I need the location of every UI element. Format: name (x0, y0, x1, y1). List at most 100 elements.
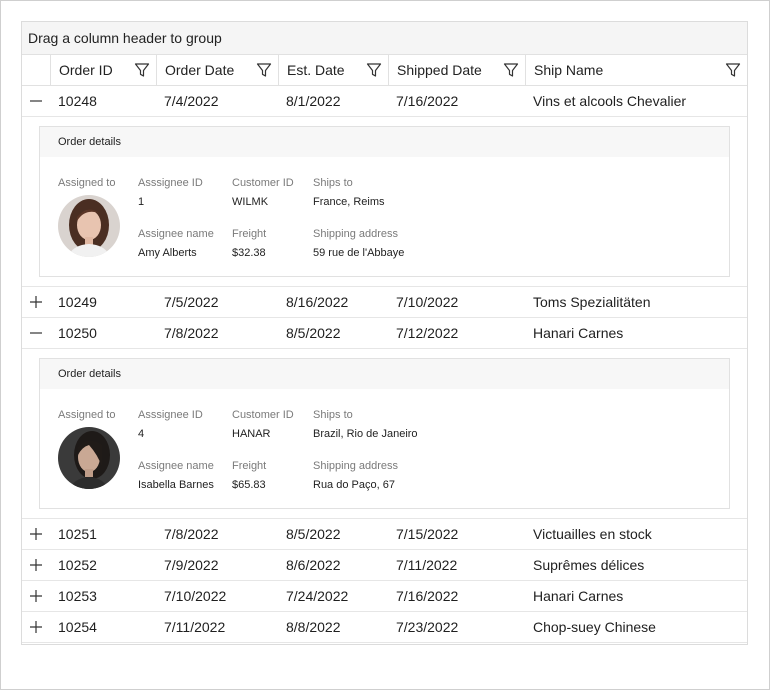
cell-order-date: 7/4/2022 (164, 93, 219, 109)
ships-to-label: Ships to (313, 177, 353, 189)
assignee-id-value: 4 (138, 428, 145, 440)
plus-icon[interactable] (30, 559, 42, 571)
minus-icon[interactable] (30, 95, 42, 107)
cell-est-date: 8/16/2022 (286, 294, 349, 310)
filter-icon[interactable] (134, 62, 150, 78)
cell-est-date: 8/5/2022 (286, 325, 341, 341)
cell-ship-name: Suprêmes délices (533, 557, 645, 573)
ships-to-label: Ships to (313, 409, 353, 421)
column-header-ship-name[interactable]: Ship Name (525, 55, 747, 86)
cell-order-date: 7/11/2022 (164, 619, 226, 635)
table-row[interactable]: 10250 7/8/2022 8/5/2022 7/12/2022 Hanari… (22, 318, 747, 349)
filter-icon[interactable] (503, 62, 519, 78)
cell-shipped-date: 7/11/2022 (396, 557, 458, 573)
cell-order-date: 7/9/2022 (164, 557, 219, 573)
row-detail: Order details Assigned to Asssignee ID 1… (22, 117, 747, 287)
cell-ship-name: Hanari Carnes (533, 325, 624, 341)
assigned-to-label: Assigned to (58, 409, 116, 421)
cell-order-id: 10248 (58, 93, 97, 109)
assignee-name-label: Assignee name (138, 228, 214, 240)
table-row[interactable]: 10249 7/5/2022 8/16/2022 7/10/2022 Toms … (22, 287, 747, 318)
cell-shipped-date: 7/10/2022 (396, 294, 459, 310)
cell-order-id: 10252 (58, 557, 97, 573)
plus-icon[interactable] (30, 590, 42, 602)
column-header-label: Order ID (59, 62, 113, 78)
plus-icon[interactable] (30, 296, 42, 308)
cell-shipped-date: 7/23/2022 (396, 619, 459, 635)
customer-id-value: WILMK (232, 196, 269, 208)
order-details-card: Order details Assigned to Asssignee ID 4… (39, 358, 730, 509)
table-row[interactable]: 10254 7/11/2022 8/8/2022 7/23/2022 Chop-… (22, 612, 747, 643)
row-expander[interactable] (22, 581, 50, 611)
avatar (58, 195, 120, 257)
cell-est-date: 8/1/2022 (286, 93, 341, 109)
row-expander[interactable] (22, 318, 50, 348)
table-row[interactable]: 10253 7/10/2022 7/24/2022 7/16/2022 Hana… (22, 581, 747, 612)
orders-grid: Drag a column header to group Order ID O… (21, 21, 748, 645)
cell-order-date: 7/10/2022 (164, 588, 227, 604)
customer-id-label: Customer ID (232, 177, 294, 189)
assignee-id-label: Asssignee ID (138, 409, 203, 421)
order-details-title: Order details (40, 359, 729, 389)
shipping-address-value: Rua do Paço, 67 (313, 479, 395, 491)
cell-ship-name: Victuailles en stock (533, 526, 652, 542)
plus-icon[interactable] (30, 621, 42, 633)
group-panel[interactable]: Drag a column header to group (22, 22, 747, 55)
ships-to-value: Brazil, Rio de Janeiro (313, 428, 418, 440)
row-expander[interactable] (22, 612, 50, 642)
row-expander[interactable] (22, 519, 50, 549)
customer-id-value: HANAR (232, 428, 271, 440)
cell-shipped-date: 7/12/2022 (396, 325, 459, 341)
cell-est-date: 8/5/2022 (286, 526, 341, 542)
column-header-shipped-date[interactable]: Shipped Date (388, 55, 525, 86)
shipping-address-label: Shipping address (313, 228, 399, 240)
cell-order-date: 7/8/2022 (164, 526, 219, 542)
cell-shipped-date: 7/16/2022 (396, 93, 459, 109)
row-expander[interactable] (22, 550, 50, 580)
cell-order-id: 10251 (58, 526, 97, 542)
cell-order-id: 10254 (58, 619, 97, 635)
table-row[interactable]: 10251 7/8/2022 8/5/2022 7/15/2022 Victua… (22, 519, 747, 550)
avatar (58, 427, 120, 489)
shipping-address-label: Shipping address (313, 460, 399, 472)
row-expander[interactable] (22, 287, 50, 317)
column-header-label: Shipped Date (397, 62, 482, 78)
assignee-name-label: Assignee name (138, 460, 214, 472)
expander-header (22, 55, 50, 86)
column-header-label: Order Date (165, 62, 235, 78)
shipping-address-value: 59 rue de l'Abbaye (313, 247, 405, 259)
cell-shipped-date: 7/15/2022 (396, 526, 459, 542)
filter-icon[interactable] (725, 62, 741, 78)
order-details-body: Assigned to Asssignee ID 4 Customer ID H… (40, 389, 729, 509)
column-header-est-date[interactable]: Est. Date (278, 55, 388, 86)
filter-icon[interactable] (366, 62, 382, 78)
cell-ship-name: Vins et alcools Chevalier (533, 93, 687, 109)
plus-icon[interactable] (30, 528, 42, 540)
order-details-title: Order details (40, 127, 729, 157)
row-expander[interactable] (22, 86, 50, 116)
cell-est-date: 8/6/2022 (286, 557, 341, 573)
column-header-order-date[interactable]: Order Date (156, 55, 278, 86)
group-panel-text: Drag a column header to group (28, 30, 222, 46)
assignee-id-value: 1 (138, 196, 145, 208)
column-header-label: Est. Date (287, 62, 345, 78)
cell-order-date: 7/5/2022 (164, 294, 219, 310)
order-details-card: Order details Assigned to Asssignee ID 1… (39, 126, 730, 277)
freight-label: Freight (232, 228, 267, 240)
column-header-order-id[interactable]: Order ID (50, 55, 156, 86)
assignee-id-label: Asssignee ID (138, 177, 203, 189)
cell-order-id: 10249 (58, 294, 97, 310)
assignee-name-value: Isabella Barnes (138, 479, 214, 491)
freight-value: $32.38 (232, 247, 266, 259)
column-header-label: Ship Name (534, 62, 604, 78)
cell-est-date: 8/8/2022 (286, 619, 341, 635)
table-row[interactable]: 10252 7/9/2022 8/6/2022 7/11/2022 Suprêm… (22, 550, 747, 581)
cell-order-date: 7/8/2022 (164, 325, 219, 341)
filter-icon[interactable] (256, 62, 272, 78)
table-row[interactable]: 10248 7/4/2022 8/1/2022 7/16/2022 Vins e… (22, 86, 747, 117)
assignee-name-value: Amy Alberts (138, 247, 197, 259)
minus-icon[interactable] (30, 327, 42, 339)
freight-value: $65.83 (232, 479, 266, 491)
cell-order-id: 10250 (58, 325, 97, 341)
freight-label: Freight (232, 460, 267, 472)
